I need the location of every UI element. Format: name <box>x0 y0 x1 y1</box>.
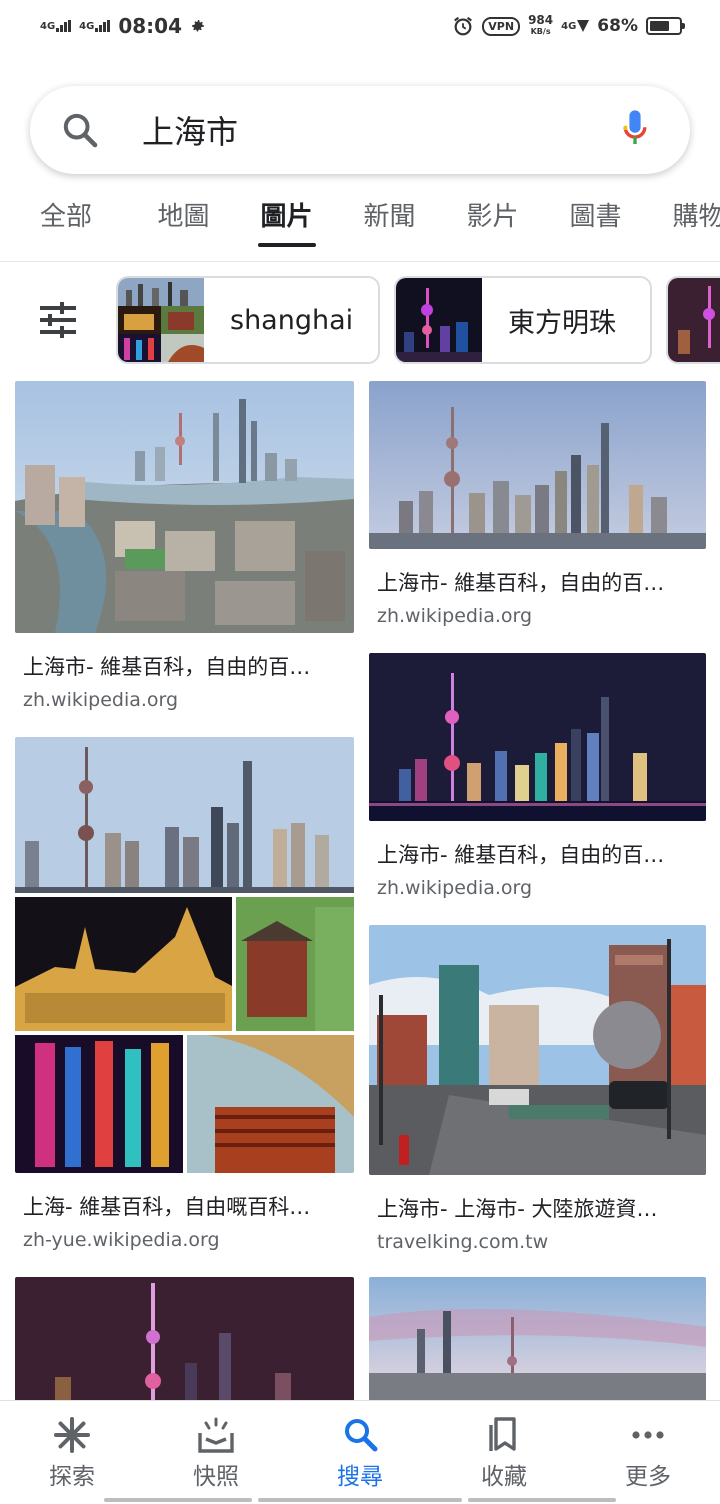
status-bar: 4G 4G 08:04 VPN 984 KB/s 4G 68% <box>0 0 720 52</box>
gesture-bar-segment <box>468 1498 616 1502</box>
gesture-bar-segment <box>104 1498 252 1502</box>
nav-snapshot[interactable]: 快照 <box>161 1415 271 1491</box>
tab-videos[interactable]: 影片 <box>441 186 544 261</box>
result-source: zh.wikipedia.org <box>23 689 179 711</box>
related-chips: shanghai 東方明珠 <box>0 276 720 364</box>
vpn-badge: VPN <box>482 16 521 36</box>
nav-label: 探索 <box>49 1464 95 1490</box>
tab-shopping[interactable]: 購物 <box>647 186 720 261</box>
gesture-bar-segment <box>258 1498 462 1502</box>
search-icon <box>345 1419 378 1452</box>
result-image[interactable] <box>369 653 706 821</box>
result-title[interactable]: 上海市- 維基百科，自由的百… <box>369 839 706 869</box>
search-icon <box>63 113 98 148</box>
result-image[interactable] <box>15 1277 354 1401</box>
result-image[interactable] <box>369 925 706 1175</box>
battery-icon <box>646 17 685 35</box>
result-image[interactable] <box>15 381 354 633</box>
result-image[interactable] <box>369 381 706 549</box>
nav-more[interactable]: 更多 <box>593 1415 703 1491</box>
chip-label: 東方明珠 <box>508 307 616 339</box>
nav-label: 收藏 <box>481 1464 527 1490</box>
network-speed: 984 KB/s <box>528 13 554 36</box>
result-image[interactable] <box>369 1277 706 1401</box>
microphone-icon[interactable] <box>620 109 650 151</box>
result-source: zh.wikipedia.org <box>377 877 533 899</box>
result-title[interactable]: 上海- 維基百科，自由嘅百科… <box>15 1191 354 1221</box>
result-title[interactable]: 上海市- 維基百科，自由的百… <box>369 567 706 597</box>
nav-collections[interactable]: 收藏 <box>449 1415 559 1491</box>
chip-oriental-pearl[interactable]: 東方明珠 <box>394 276 652 364</box>
image-result[interactable] <box>15 1277 354 1405</box>
nav-discover[interactable]: 探索 <box>17 1415 127 1491</box>
collections-icon <box>489 1417 516 1451</box>
chip-shanghai[interactable]: shanghai <box>116 276 380 364</box>
image-result[interactable]: 上海市- 維基百科，自由的百… zh.wikipedia.org <box>369 381 706 627</box>
image-result[interactable]: 上海市- 維基百科，自由的百… zh.wikipedia.org <box>369 653 706 899</box>
chip-thumbnail <box>668 278 720 362</box>
image-result[interactable]: 上海- 維基百科，自由嘅百科… zh-yue.wikipedia.org <box>15 737 354 1251</box>
chip-more[interactable] <box>666 276 720 364</box>
nav-label: 更多 <box>625 1464 671 1490</box>
result-source: zh.wikipedia.org <box>377 605 533 627</box>
bottom-navigation: 探索 快照 搜尋 收藏 更多 <box>0 1400 720 1504</box>
nav-label: 快照 <box>193 1464 239 1490</box>
nav-label: 搜尋 <box>337 1464 383 1490</box>
alarm-icon <box>454 16 473 36</box>
image-result[interactable]: 上海市- 維基百科，自由的百… zh.wikipedia.org <box>15 381 354 711</box>
tab-books[interactable]: 圖書 <box>544 186 647 261</box>
filter-tune-icon[interactable] <box>36 300 80 340</box>
clock: 08:04 <box>118 14 183 38</box>
signal-2-icon: 4G <box>79 20 111 32</box>
result-source: travelking.com.tw <box>377 1231 549 1253</box>
search-input[interactable]: 上海市 <box>142 107 620 153</box>
image-result[interactable]: 上海市- 上海市- 大陸旅遊資… travelking.com.tw <box>369 925 706 1253</box>
search-tabs: 全部 地圖 圖片 新聞 影片 圖書 購物 <box>0 186 720 262</box>
tab-all[interactable]: 全部 <box>0 186 132 261</box>
result-title[interactable]: 上海市- 維基百科，自由的百… <box>15 651 354 681</box>
result-image[interactable] <box>15 737 354 1173</box>
chip-thumbnail <box>396 278 482 362</box>
chip-label: shanghai <box>230 304 354 336</box>
tab-news[interactable]: 新聞 <box>338 186 441 261</box>
search-box[interactable]: 上海市 <box>30 86 690 174</box>
image-result[interactable] <box>369 1277 706 1405</box>
tab-maps[interactable]: 地圖 <box>132 186 235 261</box>
snapshot-icon <box>198 1417 234 1453</box>
settings-gear-icon <box>192 20 205 32</box>
result-source: zh-yue.wikipedia.org <box>23 1229 220 1251</box>
more-icon <box>632 1431 664 1439</box>
signal-3-icon: 4G <box>561 20 590 32</box>
nav-search[interactable]: 搜尋 <box>305 1415 415 1491</box>
asterisk-icon <box>54 1417 90 1453</box>
battery-percentage: 68% <box>597 16 638 36</box>
tab-images[interactable]: 圖片 <box>235 186 338 261</box>
result-title[interactable]: 上海市- 上海市- 大陸旅遊資… <box>369 1193 706 1223</box>
signal-1-icon: 4G <box>40 20 72 32</box>
chip-thumbnail <box>118 278 204 362</box>
